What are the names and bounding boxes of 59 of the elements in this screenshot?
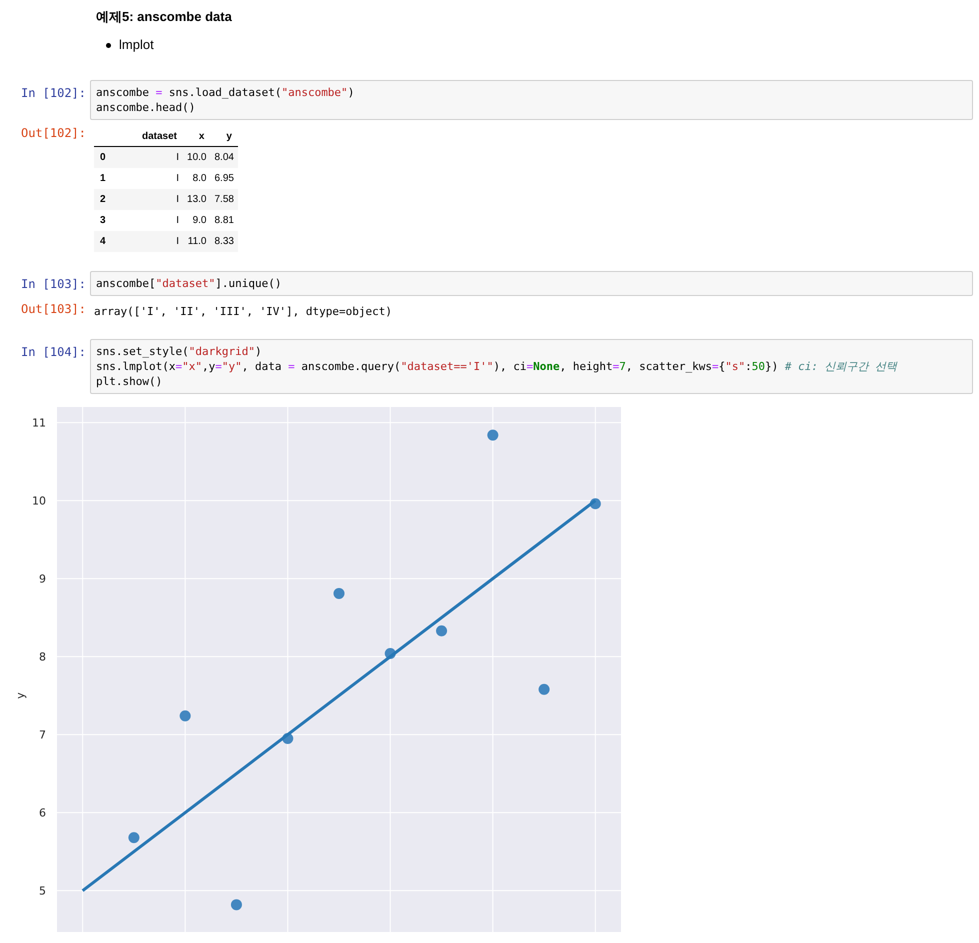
data-point — [282, 733, 294, 744]
tick-label: 11 — [32, 416, 46, 430]
tick-label: 7 — [39, 728, 46, 742]
tick-label: 5 — [39, 884, 46, 898]
column-header: y — [226, 131, 232, 142]
table-cell: 13.0 — [183, 189, 210, 210]
table-cell: 9.0 — [183, 210, 210, 231]
code-line: sns.set_style("darkgrid") — [96, 344, 263, 359]
code-cell[interactable]: sns.set_style("darkgrid") sns.lmplot(x="x",y="y", data = anscombe.query("dataset=='I'"), ci=None, height=7, scatter_kws={"s":50}) # ci: 신뢰구간 선택 plt.show() — [90, 339, 973, 394]
data-point — [334, 588, 344, 599]
code-line: anscombe.head() — [96, 100, 196, 115]
list-item-text: lmplot — [119, 37, 154, 53]
tick-label: 9 — [39, 572, 46, 586]
tick-label: 10 — [32, 494, 46, 508]
data-point — [230, 899, 242, 910]
table-cell: I — [136, 231, 184, 252]
row-index: 3 — [94, 210, 136, 231]
data-point — [538, 684, 550, 695]
column-header: dataset — [142, 131, 178, 142]
row-index: 0 — [94, 146, 136, 168]
output-prompt: Out[103]: — [20, 301, 87, 318]
code-line: anscombe["dataset"].unique() — [96, 276, 282, 291]
table-cell: 8.0 — [183, 168, 210, 189]
table-cell: 8.04 — [210, 146, 238, 168]
bullet-icon — [106, 42, 111, 48]
table-cell: 6.95 — [210, 168, 238, 189]
row-index: 4 — [94, 231, 136, 252]
table-cell: 8.33 — [210, 231, 238, 252]
table-cell: 7.58 — [210, 189, 238, 210]
data-point — [384, 648, 396, 659]
data-point — [590, 498, 601, 510]
code-line: sns.lmplot(x="x",y="y", data = anscombe.query("dataset=='I'"), ci=None, height=7, scatter_kws={"s":50}) # ci: 신뢰구간 선택 — [96, 359, 898, 374]
output-text: array(['I', 'II', 'III', 'IV'], dtype=object) — [94, 304, 394, 320]
data-point — [180, 710, 191, 722]
column-header: x — [198, 131, 204, 142]
heading: 예제5: anscombe data — [96, 9, 233, 25]
data-point — [128, 832, 140, 844]
table-cell: I — [136, 210, 184, 231]
table-cell: I — [136, 189, 184, 210]
code-line: anscombe = sns.load_dataset("anscombe") — [96, 85, 356, 100]
output-prompt: Out[102]: — [20, 125, 87, 142]
row-index: 1 — [94, 168, 136, 189]
table-cell: 8.81 — [210, 210, 238, 231]
code-cell[interactable]: anscombe = sns.load_dataset("anscombe") anscombe.head() — [90, 80, 973, 120]
input-prompt: In [102]: — [20, 85, 87, 102]
table-cell: I — [136, 146, 184, 168]
input-prompt: In [103]: — [20, 276, 87, 293]
row-index: 2 — [94, 189, 136, 210]
axis-label: y — [14, 692, 27, 699]
table-cell: 10.0 — [183, 146, 210, 168]
table-cell: 11.0 — [183, 231, 210, 252]
data-point — [436, 625, 448, 636]
code-cell[interactable]: anscombe["dataset"].unique() — [90, 271, 973, 296]
code-line: plt.show() — [96, 374, 164, 389]
tick-label: 6 — [39, 806, 46, 820]
input-prompt: In [104]: — [20, 344, 87, 361]
data-point — [487, 430, 498, 441]
tick-label: 8 — [39, 650, 46, 664]
table-cell: I — [136, 168, 184, 189]
